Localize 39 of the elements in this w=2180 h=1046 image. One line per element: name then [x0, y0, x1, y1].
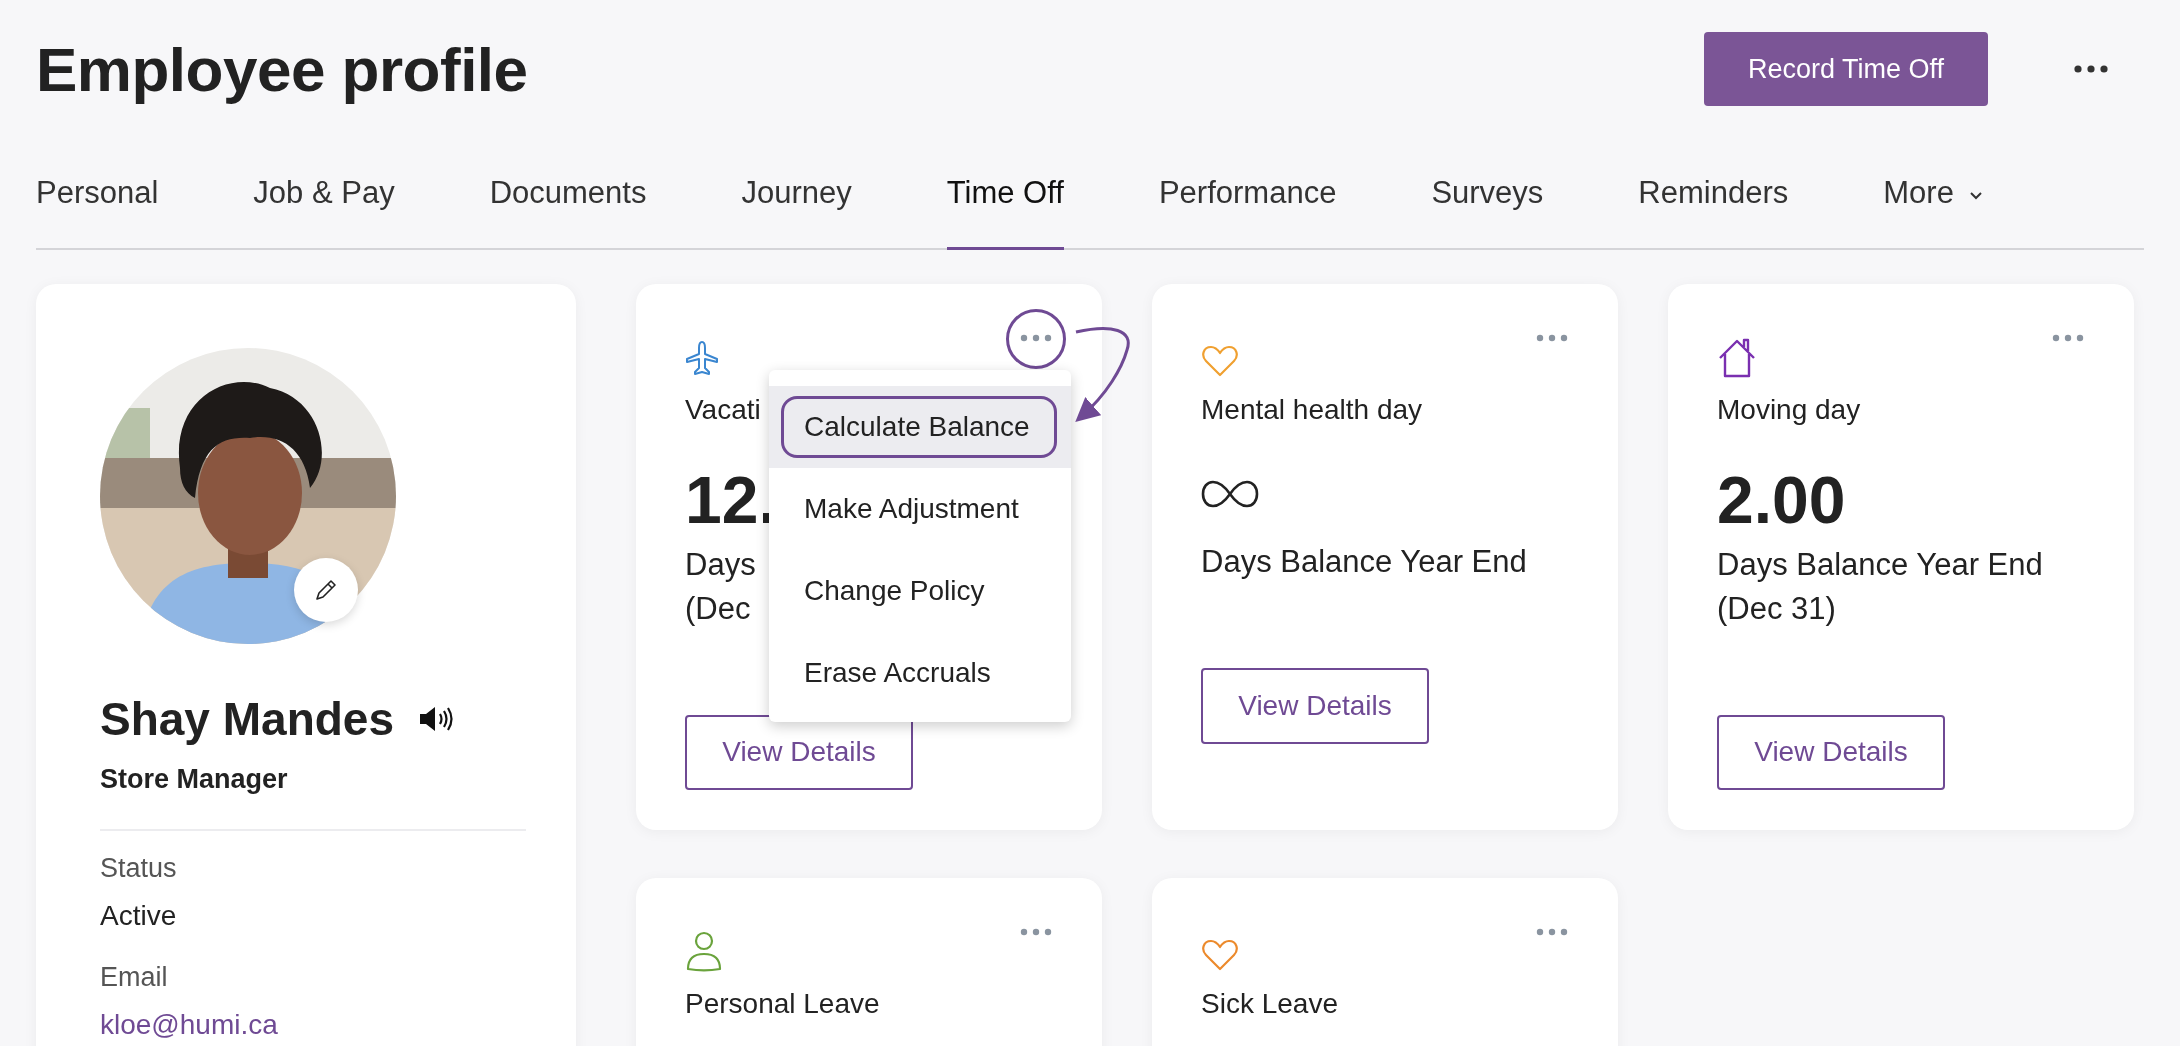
balance-caption: Days Balance Year End — [1717, 545, 2043, 584]
tab[interactable]: Performance — [1158, 138, 1337, 250]
view-details-button[interactable]: View Details — [1201, 668, 1429, 744]
infinity-icon — [1201, 478, 1259, 510]
tab[interactable]: Personal — [36, 138, 159, 250]
field-value: Active — [100, 900, 178, 932]
view-details-button[interactable]: View Details — [685, 714, 913, 790]
policy-title: Vacati — [685, 394, 761, 426]
balance-caption: Days — [685, 545, 756, 584]
policy-title: Personal Leave — [685, 988, 880, 1020]
tab[interactable]: Time Off — [946, 138, 1064, 250]
policy-title: Mental health day — [1201, 394, 1423, 426]
menu-item[interactable]: Calculate Balance — [769, 386, 1071, 468]
balance-caption: (Dec — [685, 589, 752, 628]
tab[interactable]: Reminders — [1638, 138, 1789, 250]
employee-name: Shay Mandes — [100, 692, 394, 746]
tab[interactable]: Journey — [741, 138, 852, 250]
more-icon[interactable] — [2074, 65, 2108, 73]
speaker-icon[interactable] — [418, 704, 456, 734]
balance-value: 2.00 — [1717, 464, 1846, 537]
pencil-icon — [313, 577, 339, 603]
field-label: Email — [100, 962, 169, 993]
tab[interactable]: Documents — [489, 138, 647, 250]
menu-item[interactable]: Change Policy — [769, 550, 1071, 632]
view-details-button[interactable]: View Details — [1717, 714, 1945, 790]
job-title: Store Manager — [100, 764, 289, 795]
tab[interactable]: Surveys — [1431, 138, 1544, 250]
email-link[interactable]: kloe@humi.ca — [100, 1009, 278, 1041]
policy-title: Sick Leave — [1201, 988, 1338, 1020]
tab[interactable]: Job & Pay — [253, 138, 395, 250]
balance-caption: Days Balance Year End — [1201, 543, 1527, 581]
field-label: Status — [100, 853, 178, 884]
menu-item[interactable]: Erase Accruals — [769, 632, 1071, 714]
tab[interactable]: More — [1883, 138, 1984, 250]
policy-title: Moving day — [1717, 394, 1861, 426]
chevron-down-icon — [1967, 189, 1984, 200]
page-title: Employee profile — [36, 33, 528, 105]
record-time-off-button[interactable]: Record Time Off — [1704, 32, 1988, 106]
balance-caption: (Dec 31) — [1717, 589, 1837, 628]
